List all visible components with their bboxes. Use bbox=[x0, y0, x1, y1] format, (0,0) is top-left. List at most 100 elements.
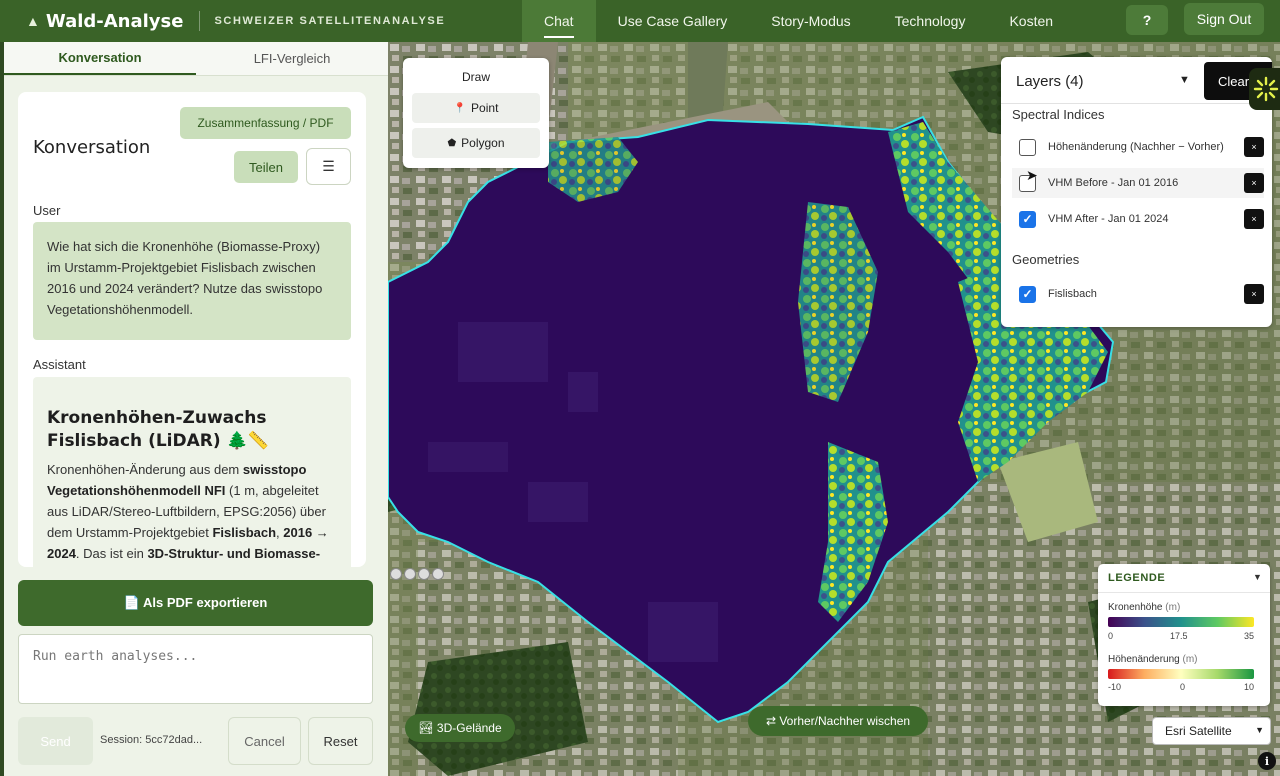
map-mode-dots[interactable] bbox=[390, 568, 446, 580]
summary-pdf-button[interactable]: Zusammenfassung / PDF bbox=[180, 107, 351, 139]
canopy-tick-min: 0 bbox=[1108, 631, 1114, 641]
conversation-card: Zusammenfassung / PDF Konversation Teile… bbox=[18, 92, 366, 567]
info-icon[interactable]: i bbox=[1258, 752, 1276, 770]
main-nav: Chat Use Case Gallery Story-Modus Techno… bbox=[522, 0, 1075, 42]
export-pdf-button[interactable]: 📄 Als PDF exportieren bbox=[18, 580, 373, 626]
draw-panel: Draw 📍 Point ⬟ Polygon bbox=[403, 58, 549, 168]
top-nav-bar: ▲ Wald-Analyse SCHWEIZER SATELLITENANALY… bbox=[0, 0, 1280, 42]
terrain-3d-button[interactable]: 🏞 3D-Gelände bbox=[405, 714, 515, 742]
body-text: Kronenhöhen-Änderung aus dem bbox=[47, 462, 243, 477]
change-unit: (m) bbox=[1182, 654, 1198, 665]
basemap-label: Esri Satellite bbox=[1165, 724, 1232, 738]
layers-title: Layers (4) bbox=[1016, 73, 1084, 90]
layer-name: VHM After - Jan 01 2024 bbox=[1048, 213, 1169, 225]
app-title: Wald-Analyse bbox=[45, 10, 184, 32]
assistant-role-label: Assistant bbox=[33, 357, 86, 372]
tab-konversation[interactable]: Konversation bbox=[4, 42, 196, 75]
sign-out-button[interactable]: Sign Out bbox=[1184, 3, 1264, 35]
user-message: Wie hat sich die Kronenhöhe (Biomasse-Pr… bbox=[33, 222, 351, 340]
brand-divider bbox=[199, 11, 201, 31]
body-text: . Das ist ein bbox=[75, 546, 148, 561]
assistant-body: Kronenhöhen-Änderung aus dem swisstopo V… bbox=[47, 459, 337, 564]
swipe-compare-button[interactable]: ⇄ Vorher/Nachher wischen bbox=[748, 706, 928, 736]
layer-row-hoehenaenderung[interactable]: Höhenänderung (Nachher − Vorher) × bbox=[1012, 132, 1264, 162]
change-label-text: Höhenänderung bbox=[1108, 654, 1180, 665]
canopy-legend-label: Kronenhöhe (m) bbox=[1108, 602, 1180, 613]
tab-lfi-vergleich[interactable]: LFI-Vergleich bbox=[196, 42, 388, 75]
canopy-label-text: Kronenhöhe bbox=[1108, 602, 1163, 613]
dot[interactable] bbox=[418, 568, 430, 580]
legend-divider bbox=[1098, 592, 1270, 593]
remove-layer-button[interactable]: × bbox=[1244, 173, 1264, 193]
brand[interactable]: ▲ Wald-Analyse SCHWEIZER SATELLITENANALY… bbox=[0, 0, 445, 42]
layer-checkbox-checked[interactable]: ✓ bbox=[1019, 210, 1036, 228]
nav-technology[interactable]: Technology bbox=[873, 0, 988, 42]
chevron-down-icon[interactable]: ▼ bbox=[1179, 74, 1190, 86]
layer-row-fislisbach[interactable]: ✓ Fislisbach × bbox=[1012, 279, 1264, 309]
reset-button[interactable]: Reset bbox=[308, 717, 373, 765]
send-button[interactable]: Send bbox=[18, 717, 93, 765]
app-subtitle: SCHWEIZER SATELLITENANALYSE bbox=[214, 15, 446, 27]
nav-chat[interactable]: Chat bbox=[522, 0, 596, 42]
pin-icon: 📍 bbox=[453, 102, 467, 114]
layers-header[interactable]: Layers (4) ▼ Clear bbox=[1001, 57, 1272, 104]
change-legend-label: Höhenänderung (m) bbox=[1108, 654, 1198, 665]
body-bold: 3D-Struktur- und Biomasse- bbox=[147, 546, 321, 561]
nav-kosten[interactable]: Kosten bbox=[987, 0, 1075, 42]
nav-story-modus[interactable]: Story-Modus bbox=[749, 0, 872, 42]
layer-row-vhm-before[interactable]: VHM Before - Jan 01 2016 × bbox=[1012, 168, 1264, 198]
help-button[interactable]: ? bbox=[1126, 5, 1168, 35]
remove-layer-button[interactable]: × bbox=[1244, 137, 1264, 157]
basemap-select[interactable]: Esri Satellite ▼ bbox=[1152, 717, 1271, 745]
canopy-unit: (m) bbox=[1165, 602, 1181, 613]
layer-checkbox-checked[interactable]: ✓ bbox=[1019, 285, 1036, 303]
panel-tabs: Konversation LFI-Vergleich bbox=[4, 42, 388, 76]
layers-panel: Layers (4) ▼ Clear Spectral Indices Höhe… bbox=[1001, 57, 1272, 327]
remove-layer-button[interactable]: × bbox=[1244, 209, 1264, 229]
chevron-down-icon[interactable]: ▼ bbox=[1253, 572, 1262, 582]
dot[interactable] bbox=[390, 568, 402, 580]
change-tick-max: 10 bbox=[1244, 682, 1255, 692]
tree-icon: ▲ bbox=[26, 13, 40, 29]
legend-panel: LEGENDE ▼ Kronenhöhe (m) 0 17.5 35 Höhen… bbox=[1098, 564, 1270, 706]
change-tick-mid: 0 bbox=[1180, 682, 1186, 692]
layer-name: VHM Before - Jan 01 2016 bbox=[1048, 177, 1179, 189]
user-role-label: User bbox=[33, 203, 61, 218]
chevron-down-icon: ▼ bbox=[1255, 725, 1264, 735]
assistant-message: Kronenhöhen-Zuwachs Fislisbach (LiDAR) 🌲… bbox=[33, 377, 351, 567]
change-gradient-bar bbox=[1108, 669, 1254, 679]
prompt-input[interactable]: Run earth analyses... bbox=[18, 634, 373, 704]
cancel-button[interactable]: Cancel bbox=[228, 717, 301, 765]
mouse-cursor-icon: ➤ bbox=[1026, 167, 1038, 183]
dot[interactable] bbox=[432, 568, 444, 580]
share-button[interactable]: Teilen bbox=[234, 151, 298, 183]
conversation-title: Konversation bbox=[33, 137, 151, 158]
spectral-indices-label: Spectral Indices bbox=[1012, 107, 1105, 122]
pentagon-icon: ⬟ bbox=[447, 137, 457, 149]
layer-checkbox[interactable] bbox=[1019, 138, 1036, 156]
geometries-label: Geometries bbox=[1012, 252, 1080, 267]
draw-polygon-button[interactable]: ⬟ Polygon bbox=[412, 128, 540, 158]
hamburger-icon: ☰ bbox=[322, 158, 335, 174]
menu-button[interactable]: ☰ bbox=[306, 148, 351, 185]
change-tick-min: -10 bbox=[1108, 682, 1122, 692]
draw-polygon-label: Polygon bbox=[461, 136, 505, 150]
canopy-tick-max: 35 bbox=[1244, 631, 1255, 641]
layer-name: Höhenänderung (Nachher − Vorher) bbox=[1048, 141, 1224, 153]
canopy-gradient-bar bbox=[1108, 617, 1254, 627]
nav-use-case-gallery[interactable]: Use Case Gallery bbox=[596, 0, 750, 42]
session-id: Session: 5cc72dad... bbox=[100, 734, 203, 746]
sparkle-assistant-button[interactable] bbox=[1249, 68, 1280, 110]
body-bold: Fislisbach bbox=[212, 525, 277, 540]
layer-row-vhm-after[interactable]: ✓ VHM After - Jan 01 2024 × bbox=[1012, 204, 1264, 234]
remove-layer-button[interactable]: × bbox=[1244, 284, 1264, 304]
dot[interactable] bbox=[404, 568, 416, 580]
draw-point-button[interactable]: 📍 Point bbox=[412, 93, 540, 123]
assistant-heading: Kronenhöhen-Zuwachs Fislisbach (LiDAR) 🌲… bbox=[47, 408, 269, 451]
draw-point-label: Point bbox=[471, 101, 499, 115]
layer-name: Fislisbach bbox=[1048, 288, 1097, 300]
draw-title: Draw bbox=[461, 70, 490, 84]
sparkle-icon bbox=[1253, 76, 1279, 102]
legend-title: LEGENDE bbox=[1108, 572, 1166, 584]
canopy-tick-mid: 17.5 bbox=[1170, 631, 1188, 641]
